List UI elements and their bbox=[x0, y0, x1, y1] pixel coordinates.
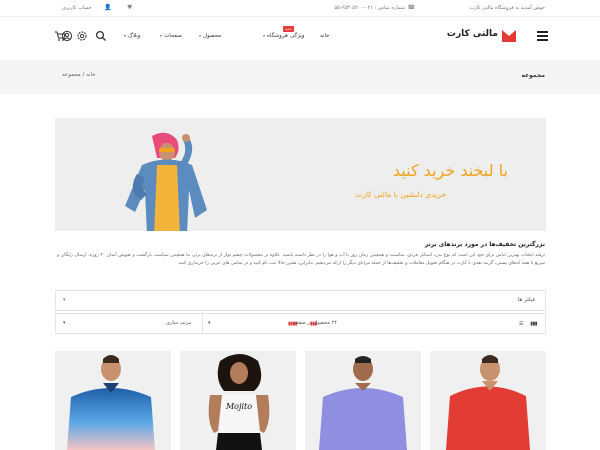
welcome-text: خوش آمدید به فروشگاه مالتی کارت bbox=[469, 5, 545, 11]
sort-toolbar: ▮▮▮ ☰ ▮▮▮ ▮▮▮▮ ۲۴ محصول در صفحه ▾ مرتب س… bbox=[55, 313, 546, 334]
nav-home[interactable]: خانه bbox=[320, 33, 330, 39]
nav-product[interactable]: محصول▾ bbox=[199, 33, 221, 39]
product-image: Mojito bbox=[180, 351, 296, 450]
section-title: بزرگترین تخفیف‌ها در مورد برندهای برتر bbox=[424, 241, 545, 248]
promo-banner[interactable]: با لبخند خرید کنید خریدی دلنشین با مالتی… bbox=[55, 118, 546, 231]
product-image bbox=[55, 351, 171, 450]
model-image bbox=[125, 132, 207, 231]
chevron-down-icon: ▾ bbox=[286, 33, 289, 38]
breadcrumb-current: مجموعه bbox=[62, 72, 81, 78]
search-icon[interactable] bbox=[95, 30, 107, 42]
page-title: مجموعه bbox=[521, 72, 545, 79]
main-header: مالتی کارت خانه فروشگاه▾ ویژگی▾ جدید محص… bbox=[0, 17, 600, 60]
product-image bbox=[430, 351, 546, 450]
phone-icon: ☎ bbox=[407, 4, 415, 11]
nav-special[interactable]: ویژگی▾ bbox=[286, 33, 304, 39]
product-card[interactable] bbox=[305, 351, 421, 450]
top-bar: خوش آمدید به فروشگاه مالتی کارت ☎ شماره … bbox=[0, 0, 600, 17]
user-icon[interactable]: 👤 bbox=[104, 4, 111, 11]
chevron-down-icon: ▾ bbox=[63, 320, 66, 326]
gear-icon[interactable] bbox=[76, 30, 88, 42]
breadcrumb-separator: / bbox=[82, 72, 85, 78]
phone-text: شماره تماس : ۰۲۱-۶۵۳۰۵۲۰۰-۵۵ bbox=[334, 5, 405, 11]
nav-pages[interactable]: صفحات▾ bbox=[160, 33, 182, 39]
logo-icon[interactable] bbox=[502, 30, 516, 42]
chevron-down-icon: ▾ bbox=[263, 33, 266, 38]
chevron-down-icon: ▾ bbox=[208, 320, 211, 326]
chevron-down-icon: ▾ bbox=[63, 297, 66, 303]
grid-view-4-icon[interactable]: ▮▮▮ bbox=[530, 321, 537, 327]
new-badge: جدید bbox=[283, 26, 294, 32]
filter-toggle[interactable]: فیلتر ها ▾ bbox=[55, 290, 546, 311]
chevron-down-icon: ▾ bbox=[124, 33, 127, 38]
breadcrumb-home[interactable]: خانه bbox=[86, 72, 96, 78]
product-card[interactable] bbox=[55, 351, 171, 450]
sort-select[interactable]: مرتب سازی bbox=[166, 320, 191, 326]
breadcrumb: مجموعه خانه / مجموعه bbox=[0, 60, 600, 94]
nav-special-label: ویژگی bbox=[290, 33, 305, 39]
account-link[interactable]: حساب کاربری bbox=[62, 5, 92, 11]
filter-label: فیلتر ها bbox=[517, 297, 535, 303]
chevron-down-icon: ▾ bbox=[199, 33, 202, 38]
logo-text[interactable]: مالتی کارت bbox=[447, 29, 498, 39]
per-page-select[interactable]: ۲۴ محصول در صفحه bbox=[293, 320, 337, 326]
nav-blog[interactable]: وبلاگ▾ bbox=[124, 33, 140, 39]
product-card[interactable]: Mojito bbox=[180, 351, 296, 450]
chevron-down-icon: ▾ bbox=[160, 33, 163, 38]
divider bbox=[202, 314, 203, 333]
breadcrumb-path: خانه / مجموعه bbox=[62, 72, 96, 78]
nav-blog-label: وبلاگ bbox=[128, 33, 141, 39]
nav-shop-label: فروشگاه bbox=[267, 33, 288, 39]
banner-title: با لبخند خرید کنید bbox=[392, 161, 508, 180]
banner-subtitle: خریدی دلنشین با مالتی کارت bbox=[355, 190, 446, 199]
nav-home-label: خانه bbox=[320, 33, 330, 39]
product-image bbox=[305, 351, 421, 450]
nav-pages-label: صفحات bbox=[164, 33, 182, 39]
nav-product-label: محصول bbox=[203, 33, 222, 39]
section-description: ترفند انتخاب بهترین لباس برای خود این اس… bbox=[57, 253, 545, 266]
list-view-icon[interactable]: ☰ bbox=[519, 321, 523, 327]
nav-shop[interactable]: فروشگاه▾ bbox=[263, 33, 288, 39]
menu-icon[interactable] bbox=[537, 31, 548, 41]
svg-text:Mojito: Mojito bbox=[225, 402, 252, 411]
cart-icon[interactable] bbox=[54, 30, 66, 42]
product-card[interactable] bbox=[430, 351, 546, 450]
heart-icon[interactable]: ♥ bbox=[127, 4, 132, 11]
